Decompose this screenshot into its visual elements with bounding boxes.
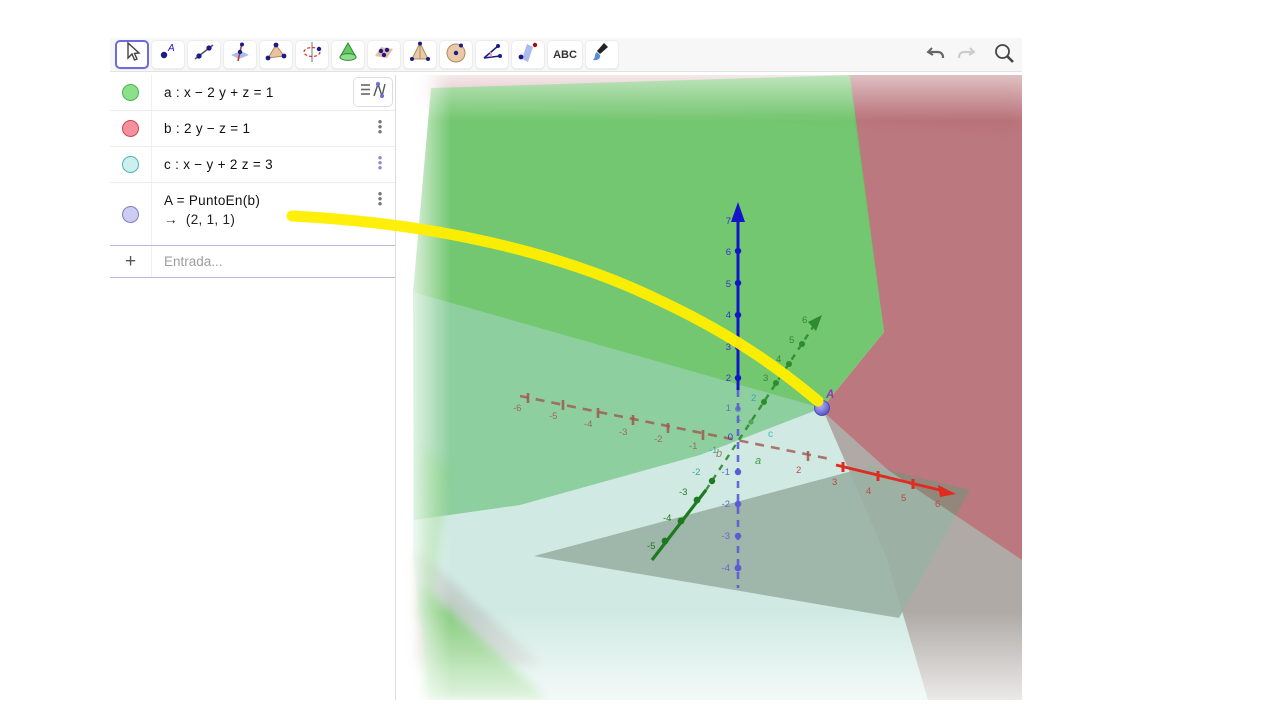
arrow-output-icon: → xyxy=(164,212,178,227)
svg-text:-4: -4 xyxy=(663,513,671,524)
point-icon: A xyxy=(156,41,180,68)
fog-left xyxy=(399,75,451,700)
reflect-icon xyxy=(516,41,540,68)
tool-pyramid[interactable] xyxy=(403,40,437,69)
plane-icon xyxy=(372,41,396,68)
row-menu-icon[interactable]: ••• xyxy=(373,191,387,206)
svg-text:-3: -3 xyxy=(722,531,730,542)
algebra-row-b[interactable]: b : 2 y − z = 1 ••• xyxy=(110,111,395,147)
svg-text:-4: -4 xyxy=(584,419,592,430)
algebra-style-button[interactable] xyxy=(353,77,393,107)
svg-text:-2: -2 xyxy=(692,467,700,478)
intersect-icon xyxy=(228,41,252,68)
graphics-3d-view[interactable]: -6-5 -4-3 -2-1 23 45 6 xyxy=(399,75,1022,700)
plane-label-a: a xyxy=(755,455,761,467)
svg-text:-4: -4 xyxy=(722,563,730,574)
svg-text:1: 1 xyxy=(726,403,731,414)
fog-top xyxy=(399,75,1022,121)
value-A: → (2, 1, 1) xyxy=(152,212,395,236)
svg-text:-5: -5 xyxy=(549,411,557,422)
svg-text:3: 3 xyxy=(726,342,731,353)
svg-text:-6: -6 xyxy=(513,403,521,414)
polygon-icon xyxy=(264,41,288,68)
svg-text:6: 6 xyxy=(935,499,940,510)
object-color-dot-a[interactable] xyxy=(122,84,139,101)
object-color-dot-c[interactable] xyxy=(122,156,139,173)
algebra-row-a[interactable]: a : x − 2 y + z = 1 xyxy=(110,75,395,111)
plane-label-b: b xyxy=(716,448,722,460)
algebra-row-A[interactable]: A = PuntoEn(b) → (2, 1, 1) ••• xyxy=(110,183,395,245)
equation-c: c : x − y + 2 z = 3 xyxy=(152,147,395,182)
toolbar-right xyxy=(924,41,1016,70)
svg-text:3: 3 xyxy=(832,477,837,488)
sphere-icon xyxy=(444,41,468,68)
tool-style-brush[interactable] xyxy=(585,40,619,69)
tool-intersect-surfaces[interactable] xyxy=(223,40,257,69)
tool-polygon[interactable] xyxy=(259,40,293,69)
add-input-icon[interactable]: + xyxy=(110,246,152,277)
algebra-view: a : x − 2 y + z = 1 b : 2 y − z = 1 ••• … xyxy=(110,75,396,700)
svg-text:6: 6 xyxy=(802,315,807,326)
svg-text:2: 2 xyxy=(796,465,801,476)
svg-text:5: 5 xyxy=(789,335,794,346)
svg-text:4: 4 xyxy=(866,486,871,497)
svg-text:5: 5 xyxy=(901,493,906,504)
line-icon xyxy=(192,41,216,68)
algebra-input[interactable] xyxy=(152,246,395,277)
object-color-dot-b[interactable] xyxy=(122,120,139,137)
point-A[interactable] xyxy=(815,401,830,416)
zoom-search-icon[interactable] xyxy=(992,41,1016,70)
angle-icon xyxy=(480,41,504,68)
tool-move[interactable] xyxy=(115,40,149,69)
tool-cone[interactable] xyxy=(331,40,365,69)
fog-bottom xyxy=(399,612,1022,700)
definition-A: A = PuntoEn(b) xyxy=(152,183,395,212)
equation-b: b : 2 y − z = 1 xyxy=(152,111,395,146)
svg-text:-5: -5 xyxy=(647,541,655,552)
svg-text:2: 2 xyxy=(751,393,756,404)
svg-text:-2: -2 xyxy=(654,434,662,445)
graphics-3d-canvas: -6-5 -4-3 -2-1 23 45 6 xyxy=(399,75,1022,700)
svg-text:A: A xyxy=(167,43,175,54)
pyramid-icon xyxy=(408,41,432,68)
undo-icon[interactable] xyxy=(924,41,948,70)
tool-text[interactable]: ABC xyxy=(547,40,583,69)
svg-text:6: 6 xyxy=(726,247,731,258)
row-menu-icon[interactable]: ••• xyxy=(373,119,387,134)
svg-text:4: 4 xyxy=(726,310,731,321)
svg-text:-1: -1 xyxy=(689,441,697,452)
svg-text:4: 4 xyxy=(776,354,781,365)
brush-icon xyxy=(590,41,614,68)
tool-angle[interactable] xyxy=(475,40,509,69)
tool-sphere[interactable] xyxy=(439,40,473,69)
row-menu-icon[interactable]: ••• xyxy=(373,155,387,170)
redo-icon xyxy=(954,41,978,70)
svg-text:0: 0 xyxy=(728,432,733,443)
toolbar: A ABC xyxy=(110,38,1022,72)
object-color-dot-A[interactable] xyxy=(122,206,139,223)
sort-style-icon xyxy=(358,79,388,106)
svg-text:5: 5 xyxy=(726,279,731,290)
svg-text:7: 7 xyxy=(726,216,731,227)
cone-icon xyxy=(336,41,360,68)
tool-rotate-around-line[interactable] xyxy=(295,40,329,69)
svg-text:-1: -1 xyxy=(722,467,730,478)
svg-text:-2: -2 xyxy=(722,499,730,510)
algebra-input-row: + xyxy=(110,245,395,278)
point-A-label: A xyxy=(825,389,834,401)
tool-line[interactable] xyxy=(187,40,221,69)
svg-text:2: 2 xyxy=(726,373,731,384)
rotate-icon xyxy=(300,41,324,68)
geogebra-window: A ABC xyxy=(110,38,1022,700)
plane-label-c: c xyxy=(768,429,773,440)
tool-point[interactable]: A xyxy=(151,40,185,69)
algebra-row-c[interactable]: c : x − y + 2 z = 3 ••• xyxy=(110,147,395,183)
move-cursor-icon xyxy=(120,41,144,68)
text-tool-label: ABC xyxy=(553,49,577,61)
tool-plane-through-points[interactable] xyxy=(367,40,401,69)
svg-text:-3: -3 xyxy=(679,487,687,498)
tool-reflect-about-plane[interactable] xyxy=(511,40,545,69)
svg-text:3: 3 xyxy=(763,373,768,384)
svg-text:-3: -3 xyxy=(619,427,627,438)
